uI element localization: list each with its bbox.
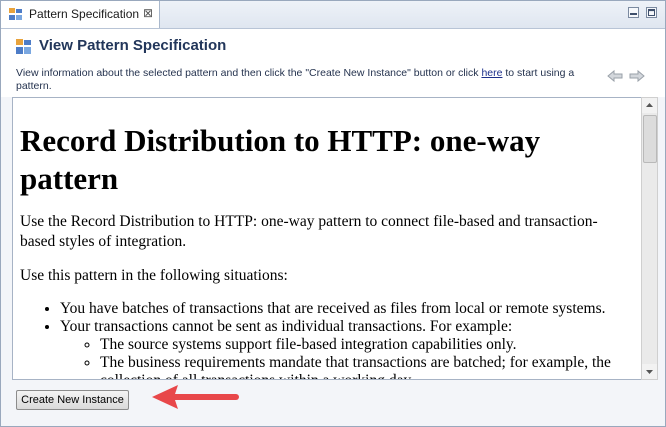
view-header: View Pattern Specification View informat… <box>1 29 665 97</box>
intro-paragraph: Use the Record Distribution to HTTP: one… <box>20 213 598 250</box>
maximize-icon[interactable] <box>646 7 657 18</box>
scroll-down-icon[interactable] <box>642 364 657 379</box>
sub-list-item: The business requirements mandate that t… <box>100 354 630 379</box>
scrollbar-thumb[interactable] <box>643 115 657 163</box>
page-title: View Pattern Specification <box>39 37 227 54</box>
sub-list-item-text: The business requirements mandate that t… <box>100 354 611 371</box>
minimize-icon[interactable] <box>628 7 639 18</box>
close-icon[interactable]: ⊠ <box>143 6 153 20</box>
header-description: View information about the selected patt… <box>16 67 606 93</box>
specification-document: Record Distribution to HTTP: one-way pat… <box>20 98 630 379</box>
pattern-icon <box>9 8 22 20</box>
situations-intro: Use this pattern in the following situat… <box>20 267 288 284</box>
list-item-text: Your transactions cannot be sent as indi… <box>60 318 513 335</box>
situations-list: You have batches of transactions that ar… <box>20 300 630 379</box>
pattern-heading: Record Distribution to HTTP: one-way pat… <box>20 123 541 196</box>
scroll-up-icon[interactable] <box>642 98 657 113</box>
here-link[interactable]: here <box>481 67 502 79</box>
back-arrow-icon[interactable] <box>607 69 623 83</box>
list-item: Your transactions cannot be sent as indi… <box>60 318 630 379</box>
tab-pattern-specification[interactable]: Pattern Specification ⊠ <box>1 1 160 28</box>
sub-list: The source systems support file-based in… <box>60 336 630 379</box>
forward-arrow-icon[interactable] <box>629 69 645 83</box>
tab-label: Pattern Specification <box>29 7 140 21</box>
annotation-arrow <box>152 385 239 409</box>
tab-bar: Pattern Specification ⊠ <box>1 1 665 29</box>
description-text: View information about the selected patt… <box>16 67 482 79</box>
sub-list-item: The source systems support file-based in… <box>100 336 630 354</box>
pattern-icon <box>16 39 31 54</box>
specification-content[interactable]: Record Distribution to HTTP: one-way pat… <box>12 97 642 380</box>
sub-list-item-continuation: collection of all transactions within a … <box>100 372 414 379</box>
list-item: You have batches of transactions that ar… <box>60 300 630 318</box>
create-new-instance-button[interactable]: Create New Instance <box>16 390 129 410</box>
vertical-scrollbar[interactable] <box>641 97 658 380</box>
pattern-specification-view: Pattern Specification ⊠ View Pattern Spe… <box>0 0 666 427</box>
